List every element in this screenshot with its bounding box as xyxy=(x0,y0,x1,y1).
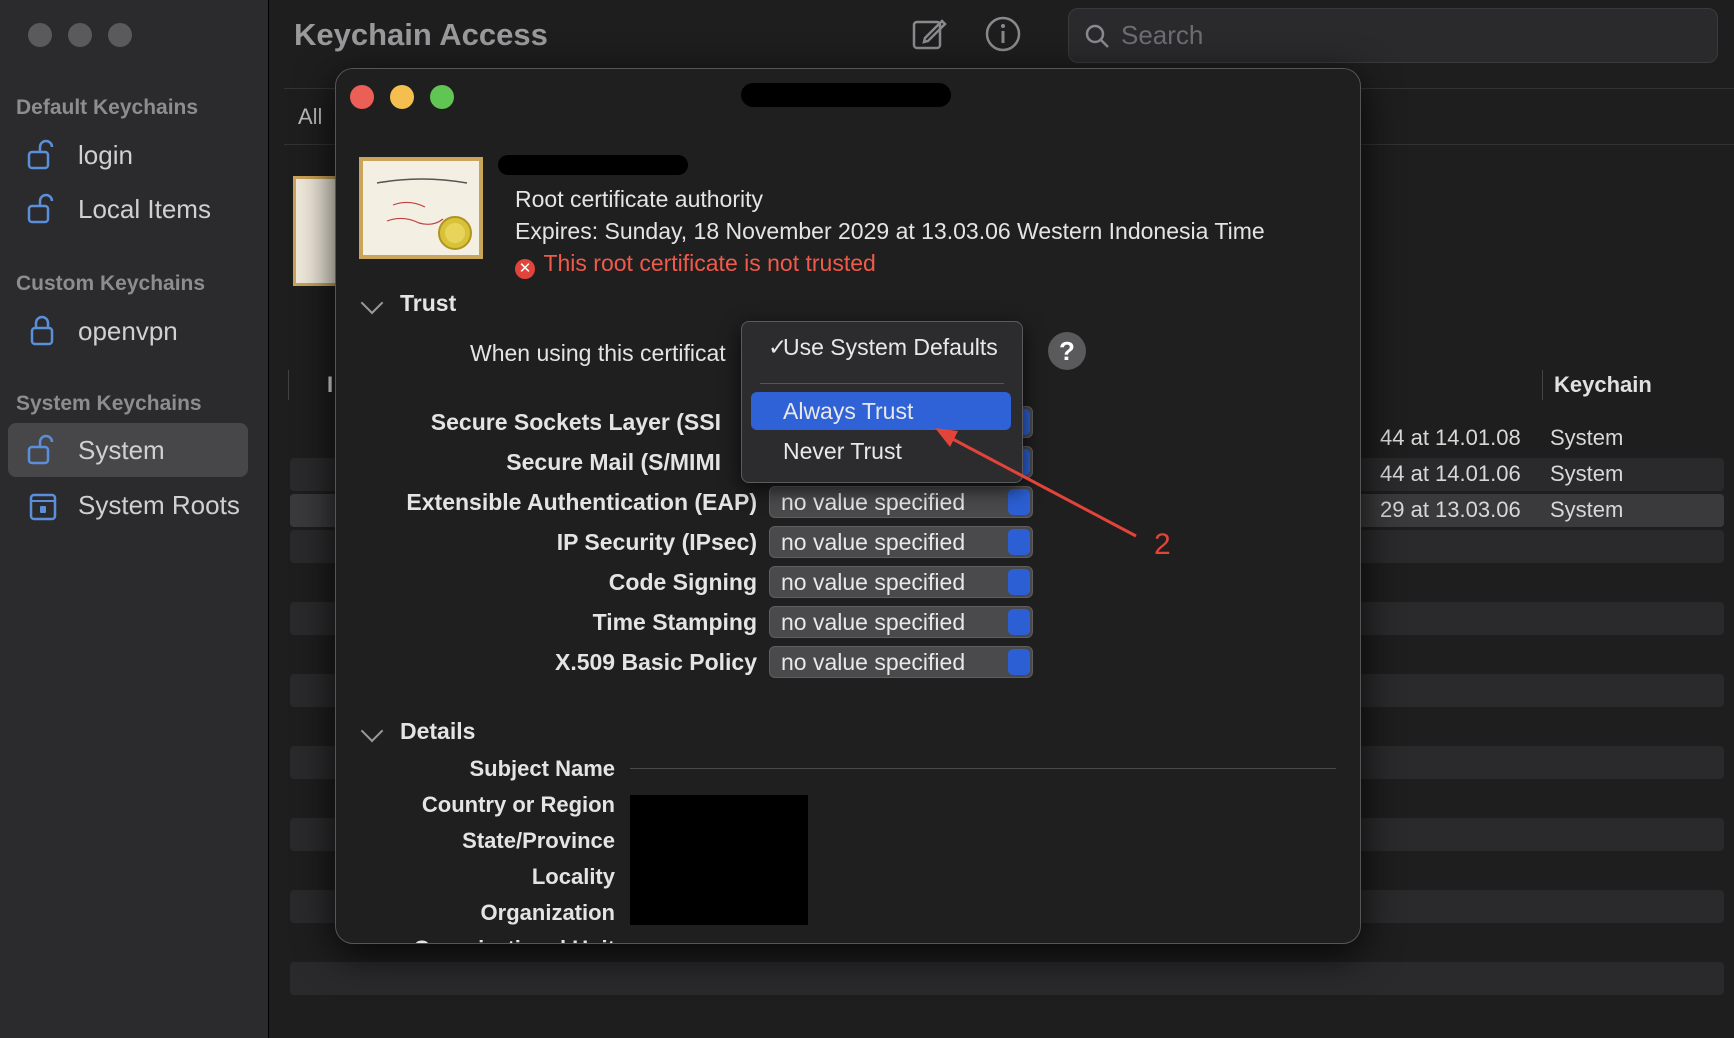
annotation-arrow xyxy=(935,428,1137,538)
annotation-label: 2 xyxy=(1154,528,1171,561)
